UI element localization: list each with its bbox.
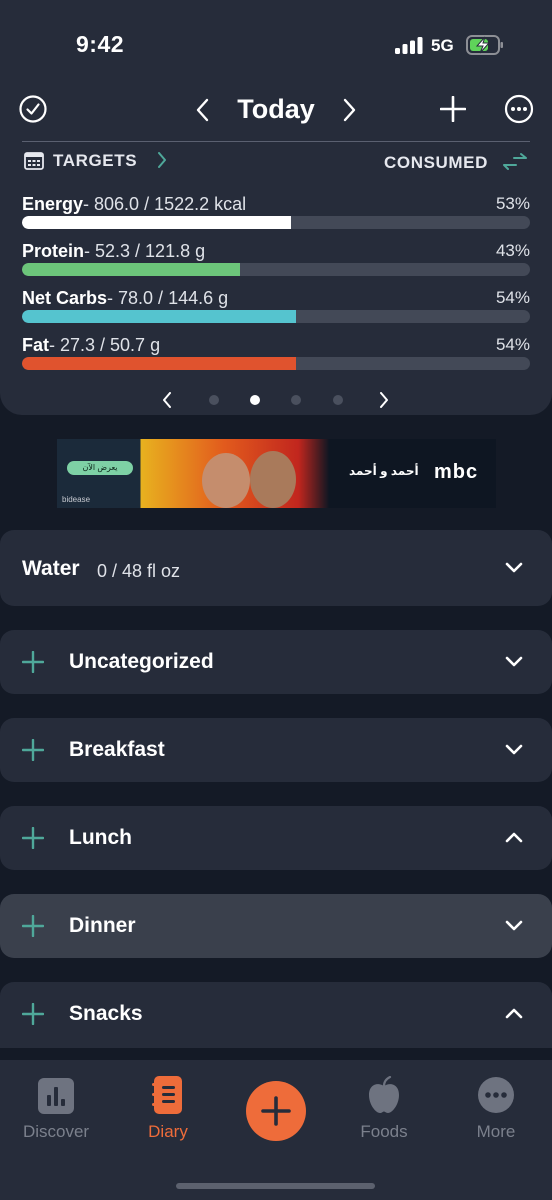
chevron-up-icon[interactable] xyxy=(504,1006,524,1020)
plus-icon xyxy=(261,1096,291,1126)
ad-cta-button[interactable]: يعرض الآن xyxy=(67,461,133,475)
check-circle-icon xyxy=(19,95,47,123)
meal-lunch[interactable]: Lunch xyxy=(0,806,552,870)
chevron-down-icon[interactable] xyxy=(504,919,524,933)
meal-snacks[interactable]: Snacks xyxy=(0,982,552,1048)
chevron-down-icon[interactable] xyxy=(504,743,524,757)
chevron-down-icon[interactable] xyxy=(504,561,524,575)
macro-label: Protein- 52.3 / 121.8 g xyxy=(22,241,206,261)
complete-day-button[interactable] xyxy=(18,94,48,124)
page-dot[interactable] xyxy=(333,395,343,405)
previous-day-button[interactable] xyxy=(190,96,216,124)
progress-fill xyxy=(22,310,297,323)
chevron-left-icon xyxy=(196,98,209,122)
chevron-up-icon[interactable] xyxy=(504,830,524,844)
calendar-icon xyxy=(24,152,44,170)
chevron-down-icon[interactable] xyxy=(504,655,524,669)
water-label: Water xyxy=(22,557,80,580)
targets-link[interactable]: TARGETS xyxy=(53,151,137,171)
macro-fat[interactable]: Fat- 27.3 / 50.7 g 54% xyxy=(22,335,530,375)
add-entry-button[interactable] xyxy=(246,1081,306,1141)
page-dot[interactable] xyxy=(209,395,219,405)
add-food-icon[interactable] xyxy=(22,827,44,849)
page-dot-active[interactable] xyxy=(250,395,260,405)
progress-fill xyxy=(22,216,292,229)
diary-icon xyxy=(152,1076,182,1114)
chevron-left-icon[interactable] xyxy=(162,392,172,408)
ad-image xyxy=(250,451,296,508)
add-food-icon[interactable] xyxy=(22,651,44,673)
network-type: 5G xyxy=(431,36,454,55)
ad-banner[interactable]: يعرض الآن bidease أحمد و أحمد mbc xyxy=(57,439,496,508)
water-value: 0 / 48 fl oz xyxy=(97,561,181,581)
signal-icon xyxy=(395,37,423,54)
meal-uncategorized[interactable]: Uncategorized xyxy=(0,630,552,694)
progress-track xyxy=(22,357,530,370)
ad-brand-logo: mbc xyxy=(434,461,479,483)
macro-percent: 54% xyxy=(495,335,530,354)
progress-fill xyxy=(22,357,297,370)
page-dot[interactable] xyxy=(291,395,301,405)
progress-track xyxy=(22,216,530,229)
next-day-button[interactable] xyxy=(336,96,362,124)
progress-track xyxy=(22,310,530,323)
macro-protein[interactable]: Protein- 52.3 / 121.8 g 43% xyxy=(22,241,530,281)
more-options-button[interactable] xyxy=(503,94,535,124)
water-section[interactable]: Water 0 / 48 fl oz xyxy=(0,530,552,606)
meal-label: Dinner xyxy=(69,914,136,937)
status-bar: 9:42 5G xyxy=(0,0,552,90)
swap-arrows-icon[interactable] xyxy=(502,152,528,172)
add-food-icon[interactable] xyxy=(22,1003,44,1025)
macro-label: Fat- 27.3 / 50.7 g xyxy=(22,335,161,355)
chevron-right-icon[interactable] xyxy=(379,392,389,408)
tab-label: Diary xyxy=(148,1122,188,1141)
apple-icon xyxy=(369,1076,399,1113)
targets-row: TARGETS CONSUMED xyxy=(22,150,530,174)
progress-track xyxy=(22,263,530,276)
macro-label: Energy- 806.0 / 1522.2 kcal xyxy=(22,194,247,214)
plus-icon xyxy=(440,96,466,122)
macro-label: Net Carbs- 78.0 / 144.6 g xyxy=(22,288,229,308)
battery-icon xyxy=(466,35,503,55)
add-button[interactable] xyxy=(438,94,468,124)
bar-chart-icon xyxy=(38,1078,74,1114)
macro-percent: 54% xyxy=(495,288,530,307)
meal-label: Breakfast xyxy=(69,738,165,761)
meal-breakfast[interactable]: Breakfast xyxy=(0,718,552,782)
add-food-icon[interactable] xyxy=(22,915,44,937)
tab-foods[interactable]: Foods xyxy=(334,1076,434,1156)
progress-fill xyxy=(22,263,241,276)
meal-label: Snacks xyxy=(69,1002,143,1025)
ad-headline: أحمد و أحمد xyxy=(349,464,419,478)
tab-label: Discover xyxy=(22,1122,90,1141)
page-indicator xyxy=(150,386,400,414)
bottom-tab-bar: Discover Diary Foods More xyxy=(0,1060,552,1200)
meal-dinner[interactable]: Dinner xyxy=(0,894,552,958)
home-indicator[interactable] xyxy=(176,1183,375,1189)
tab-more[interactable]: More xyxy=(446,1076,546,1156)
consumed-mode-label[interactable]: CONSUMED xyxy=(384,153,488,173)
tab-diary[interactable]: Diary xyxy=(118,1076,218,1156)
more-circle-icon xyxy=(504,94,534,124)
chevron-right-icon[interactable] xyxy=(157,152,167,168)
macro-percent: 53% xyxy=(495,194,530,213)
more-dots-icon xyxy=(478,1077,514,1113)
macro-energy[interactable]: Energy- 806.0 / 1522.2 kcal 53% xyxy=(22,194,530,234)
status-time: 9:42 xyxy=(76,31,125,57)
meal-label: Uncategorized xyxy=(69,650,214,673)
meal-label: Lunch xyxy=(69,826,132,849)
summary-card: 9:42 5G Today TARGETS CONSUMED Energy- 8… xyxy=(0,0,552,415)
header-divider xyxy=(22,141,530,142)
macro-percent: 43% xyxy=(495,241,530,260)
ad-image xyxy=(202,453,250,508)
page-title[interactable]: Today xyxy=(226,94,326,125)
add-food-icon[interactable] xyxy=(22,739,44,761)
ad-network-label: bidease xyxy=(62,495,91,504)
tab-label: Foods xyxy=(360,1122,408,1141)
macro-net-carbs[interactable]: Net Carbs- 78.0 / 144.6 g 54% xyxy=(22,288,530,328)
tab-label: More xyxy=(476,1122,516,1141)
tab-discover[interactable]: Discover xyxy=(6,1076,106,1156)
chevron-right-icon xyxy=(343,98,356,122)
